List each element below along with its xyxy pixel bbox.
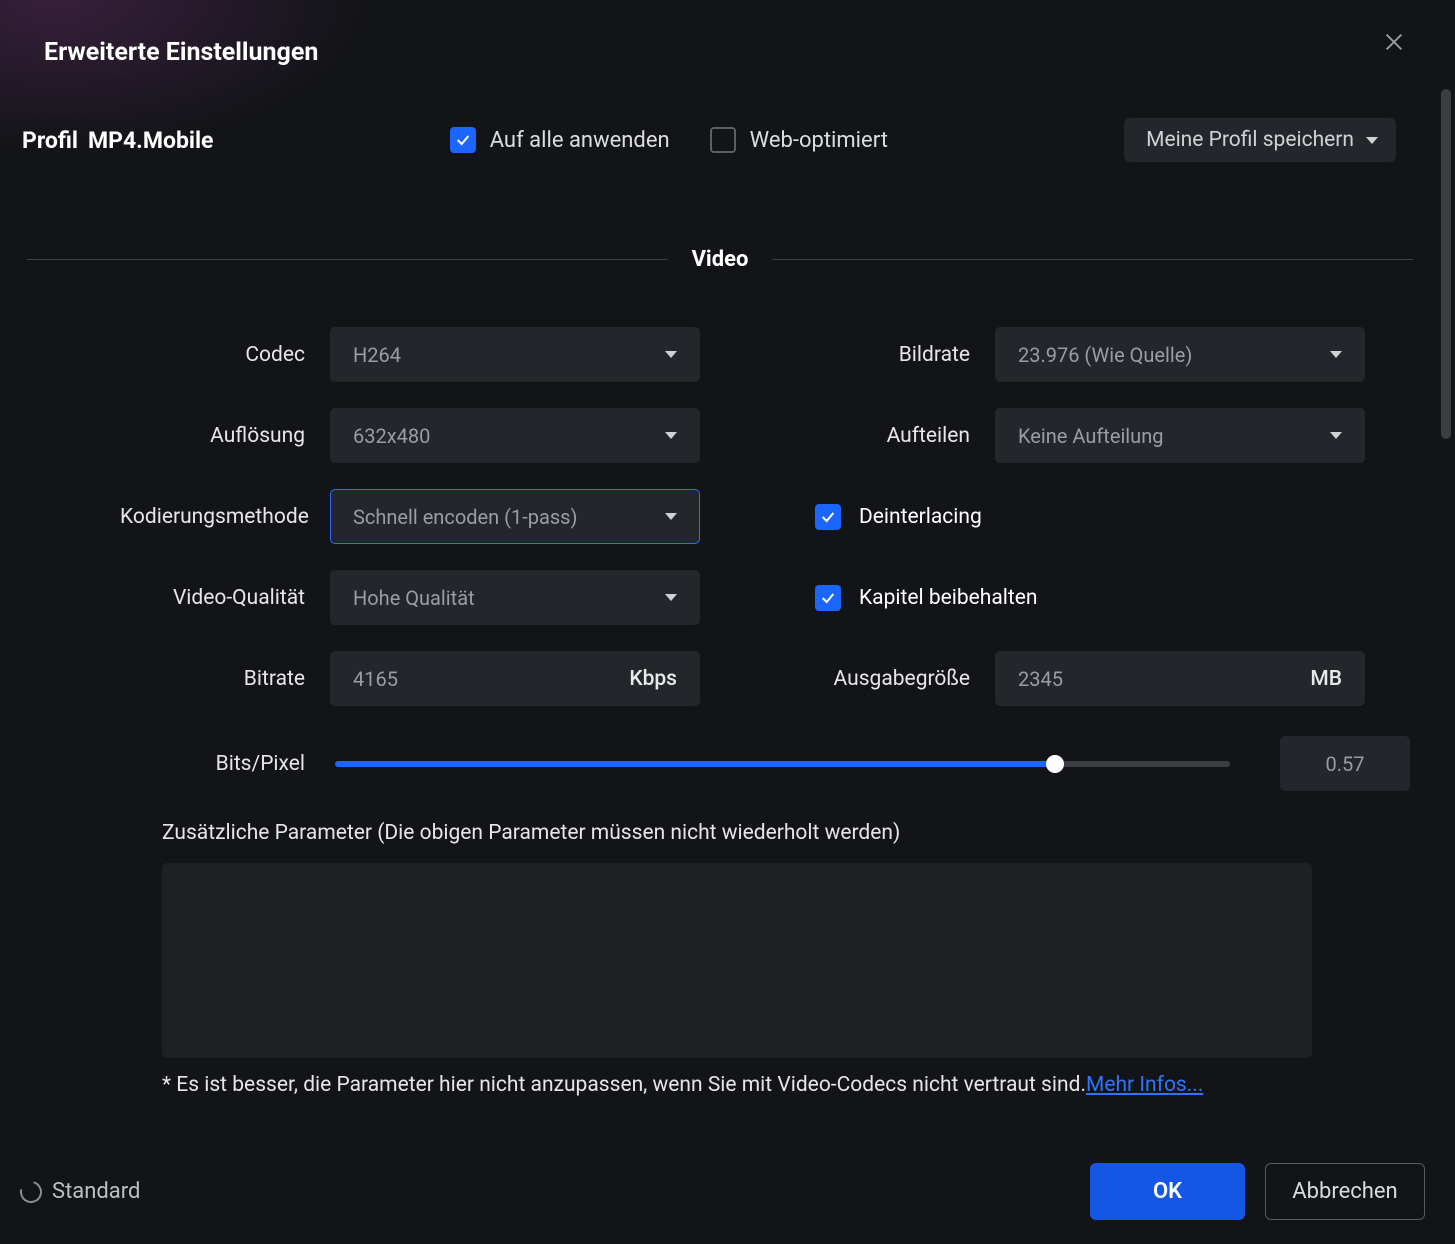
- bitrate-input[interactable]: 4165 Kbps: [330, 651, 700, 706]
- deinterlacing-label: Deinterlacing: [859, 505, 982, 529]
- split-value: Keine Aufteilung: [1018, 424, 1163, 448]
- output-size-unit: MB: [1310, 667, 1342, 691]
- scrollbar-thumb[interactable]: [1441, 89, 1451, 439]
- bitrate-value: 4165: [353, 667, 398, 691]
- reset-standard-button[interactable]: Standard: [20, 1179, 140, 1204]
- check-icon: [455, 132, 471, 148]
- save-profile-dropdown[interactable]: Meine Profil speichern: [1124, 118, 1396, 162]
- check-icon: [820, 590, 836, 606]
- web-optimized-label: Web-optimiert: [750, 128, 888, 153]
- output-size-value: 2345: [1018, 667, 1063, 691]
- encoding-method-value: Schnell encoden (1-pass): [353, 505, 577, 529]
- close-icon: [1383, 31, 1405, 53]
- note-text: * Es ist besser, die Parameter hier nich…: [162, 1073, 1086, 1097]
- framerate-select[interactable]: 23.976 (Wie Quelle): [995, 327, 1365, 382]
- split-select[interactable]: Keine Aufteilung: [995, 408, 1365, 463]
- chevron-down-icon: [665, 594, 677, 601]
- resolution-value: 632x480: [353, 424, 430, 448]
- chevron-down-icon: [1330, 432, 1342, 439]
- dialog-scrollbar[interactable]: [1441, 4, 1451, 1240]
- web-optimized-checkbox[interactable]: [710, 127, 736, 153]
- additional-params-textarea[interactable]: [162, 863, 1312, 1058]
- check-icon: [820, 509, 836, 525]
- profile-prefix: Profil: [22, 127, 78, 154]
- save-profile-label: Meine Profil speichern: [1146, 128, 1354, 152]
- bits-per-pixel-label: Bits/Pixel: [160, 752, 305, 776]
- apply-all-checkbox[interactable]: [450, 127, 476, 153]
- slider-thumb[interactable]: [1046, 755, 1064, 773]
- keep-chapters-checkbox[interactable]: [815, 585, 841, 611]
- encoding-method-select[interactable]: Schnell encoden (1-pass): [330, 489, 700, 544]
- chevron-down-icon: [1330, 351, 1342, 358]
- chevron-down-icon: [665, 351, 677, 358]
- output-size-input[interactable]: 2345 MB: [995, 651, 1365, 706]
- divider: [26, 259, 668, 260]
- bitrate-unit: Kbps: [629, 667, 677, 691]
- chevron-down-icon: [665, 513, 677, 520]
- quality-label: Video-Qualität: [120, 586, 305, 610]
- profile-heading: Profil MP4.Mobile: [22, 127, 213, 154]
- framerate-value: 23.976 (Wie Quelle): [1018, 343, 1192, 367]
- additional-params-note: * Es ist besser, die Parameter hier nich…: [162, 1070, 1312, 1100]
- chevron-down-icon: [1366, 137, 1378, 144]
- more-info-link[interactable]: Mehr Infos...: [1086, 1073, 1203, 1097]
- reset-icon: [16, 1176, 46, 1206]
- output-size-label: Ausgabegröße: [785, 667, 970, 691]
- resolution-select[interactable]: 632x480: [330, 408, 700, 463]
- divider: [772, 259, 1414, 260]
- quality-select[interactable]: Hohe Qualität: [330, 570, 700, 625]
- encoding-method-label: Kodierungsmethode: [120, 505, 305, 529]
- bits-per-pixel-value[interactable]: 0.57: [1280, 736, 1410, 791]
- additional-params-label: Zusätzliche Parameter (Die obigen Parame…: [162, 821, 1410, 845]
- cancel-button[interactable]: Abbrechen: [1265, 1163, 1425, 1220]
- bits-per-pixel-slider[interactable]: [335, 761, 1230, 767]
- codec-value: H264: [353, 343, 401, 367]
- quality-value: Hohe Qualität: [353, 586, 475, 610]
- profile-name: MP4.Mobile: [88, 127, 213, 154]
- chevron-down-icon: [665, 432, 677, 439]
- apply-all-label: Auf alle anwenden: [490, 128, 670, 153]
- standard-label: Standard: [52, 1179, 140, 1204]
- framerate-label: Bildrate: [785, 343, 970, 367]
- deinterlacing-checkbox[interactable]: [815, 504, 841, 530]
- dialog-title: Erweiterte Einstellungen: [44, 38, 1378, 67]
- section-title-video: Video: [668, 247, 773, 272]
- close-button[interactable]: [1378, 26, 1410, 58]
- keep-chapters-label: Kapitel beibehalten: [859, 586, 1037, 610]
- ok-button[interactable]: OK: [1090, 1163, 1245, 1220]
- resolution-label: Auflösung: [120, 424, 305, 448]
- split-label: Aufteilen: [785, 424, 970, 448]
- bitrate-label: Bitrate: [120, 667, 305, 691]
- codec-select[interactable]: H264: [330, 327, 700, 382]
- codec-label: Codec: [120, 343, 305, 367]
